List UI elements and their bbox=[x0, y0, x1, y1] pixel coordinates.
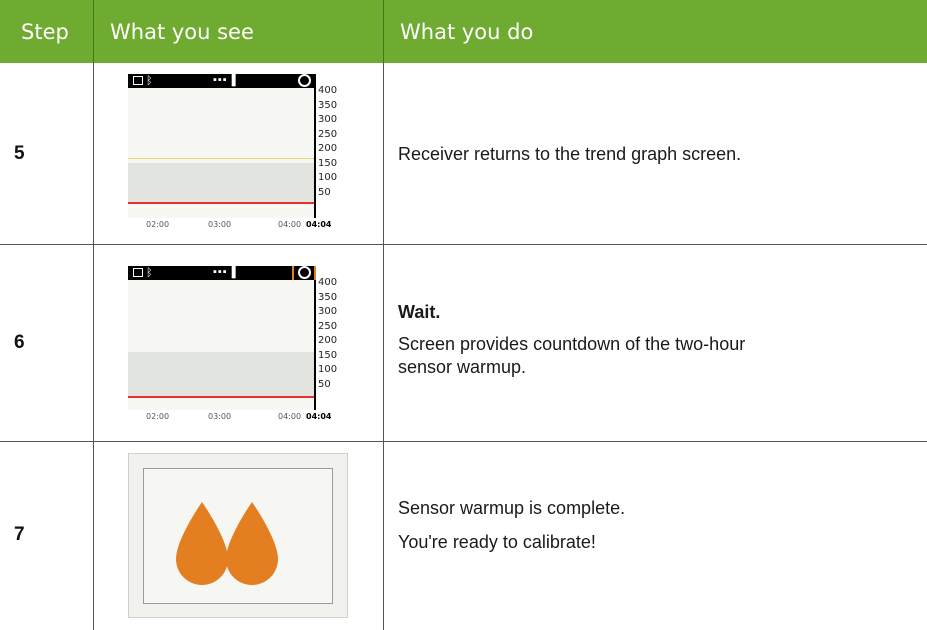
warmup-screenshot: ᛒ ▪▪▪▐ 400 350 300 250 200 150 100 50 02… bbox=[128, 266, 348, 424]
y-axis-labels: 400 350 300 250 200 150 100 50 bbox=[318, 276, 348, 392]
y-tick-label: 100 bbox=[318, 364, 338, 375]
y-tick-label: 300 bbox=[318, 114, 338, 125]
x-tick-label: 03:00 bbox=[208, 220, 232, 229]
instruction-text: Screen provides countdown of the two-hou… bbox=[398, 334, 746, 377]
dialog-frame bbox=[143, 468, 333, 604]
y-tick-label: 250 bbox=[318, 320, 338, 332]
header-step: Step bbox=[21, 19, 69, 44]
low-alert-line bbox=[128, 396, 314, 398]
x-axis-labels: 02:00 03:00 04:00 04:04 bbox=[128, 412, 348, 424]
step-number: 6 bbox=[14, 332, 25, 353]
current-time-label: 04:04 bbox=[306, 220, 332, 229]
trend-graph bbox=[128, 88, 316, 218]
target-range-band bbox=[128, 352, 314, 397]
high-target-line bbox=[128, 158, 314, 159]
trend-graph-screenshot: ᛒ ▪▪▪▐ 400 350 300 250 200 150 100 50 02… bbox=[128, 74, 348, 232]
trend-graph bbox=[128, 280, 316, 410]
table-header: Step What you see What you do bbox=[0, 0, 927, 63]
instruction-text: Sensor warmup is complete. bbox=[398, 498, 626, 518]
y-axis-labels: 400 350 300 250 200 150 100 50 bbox=[318, 84, 348, 200]
step-instructions: Wait. Screen provides countdown of the t… bbox=[398, 301, 798, 379]
x-tick-label: 02:00 bbox=[146, 412, 170, 421]
step-instructions: Sensor warmup is complete. You're ready … bbox=[398, 497, 625, 554]
y-tick-label: 150 bbox=[318, 349, 338, 361]
y-tick-label: 400 bbox=[318, 277, 338, 288]
y-tick-label: 300 bbox=[318, 306, 338, 317]
y-tick-label: 250 bbox=[318, 128, 338, 140]
y-tick-label: 50 bbox=[318, 378, 331, 390]
y-tick-label: 50 bbox=[318, 186, 331, 198]
signal-icon: ▪▪▪▐ bbox=[213, 74, 237, 86]
y-tick-label: 350 bbox=[318, 291, 338, 303]
y-tick-label: 150 bbox=[318, 157, 338, 169]
x-axis-labels: 02:00 03:00 04:00 04:04 bbox=[128, 220, 348, 232]
current-time-label: 04:04 bbox=[306, 412, 332, 421]
calibrate-screenshot bbox=[128, 453, 348, 618]
y-tick-label: 100 bbox=[318, 172, 338, 183]
x-tick-label: 02:00 bbox=[146, 220, 170, 229]
header-divider bbox=[93, 0, 94, 63]
signal-icon: ▪▪▪▐ bbox=[213, 266, 237, 278]
instruction-text: You're ready to calibrate! bbox=[398, 532, 596, 552]
x-tick-label: 04:00 bbox=[278, 412, 302, 421]
instruction-text: Receiver returns to the trend graph scre… bbox=[398, 144, 742, 164]
header-divider bbox=[383, 0, 384, 63]
x-tick-label: 04:00 bbox=[278, 220, 302, 229]
instruction-title: Wait. bbox=[398, 302, 441, 322]
battery-icon bbox=[133, 76, 143, 85]
header-what-you-see: What you see bbox=[110, 19, 254, 44]
y-tick-label: 200 bbox=[318, 143, 338, 154]
y-tick-label: 400 bbox=[318, 85, 338, 96]
x-tick-label: 03:00 bbox=[208, 412, 232, 421]
step-instructions: Receiver returns to the trend graph scre… bbox=[398, 143, 741, 166]
status-bar: ᛒ ▪▪▪▐ bbox=[128, 74, 316, 88]
row-divider bbox=[0, 244, 927, 245]
column-divider bbox=[383, 63, 384, 630]
row-divider bbox=[0, 441, 927, 442]
column-divider bbox=[93, 63, 94, 630]
header-what-you-do: What you do bbox=[400, 19, 534, 44]
battery-icon bbox=[133, 268, 143, 277]
step-number: 7 bbox=[14, 524, 25, 545]
bluetooth-icon: ᛒ bbox=[146, 267, 153, 279]
bluetooth-icon: ᛒ bbox=[146, 75, 153, 87]
step-number: 5 bbox=[14, 143, 25, 164]
instruction-table: Step What you see What you do 5 ᛒ ▪▪▪▐ 4… bbox=[0, 0, 927, 630]
y-tick-label: 200 bbox=[318, 335, 338, 346]
target-range-band bbox=[128, 163, 314, 203]
low-alert-line bbox=[128, 202, 314, 204]
status-bar: ᛒ ▪▪▪▐ bbox=[128, 266, 316, 280]
clock-icon bbox=[298, 74, 311, 87]
blood-drops-icon bbox=[176, 502, 278, 585]
y-tick-label: 350 bbox=[318, 99, 338, 111]
